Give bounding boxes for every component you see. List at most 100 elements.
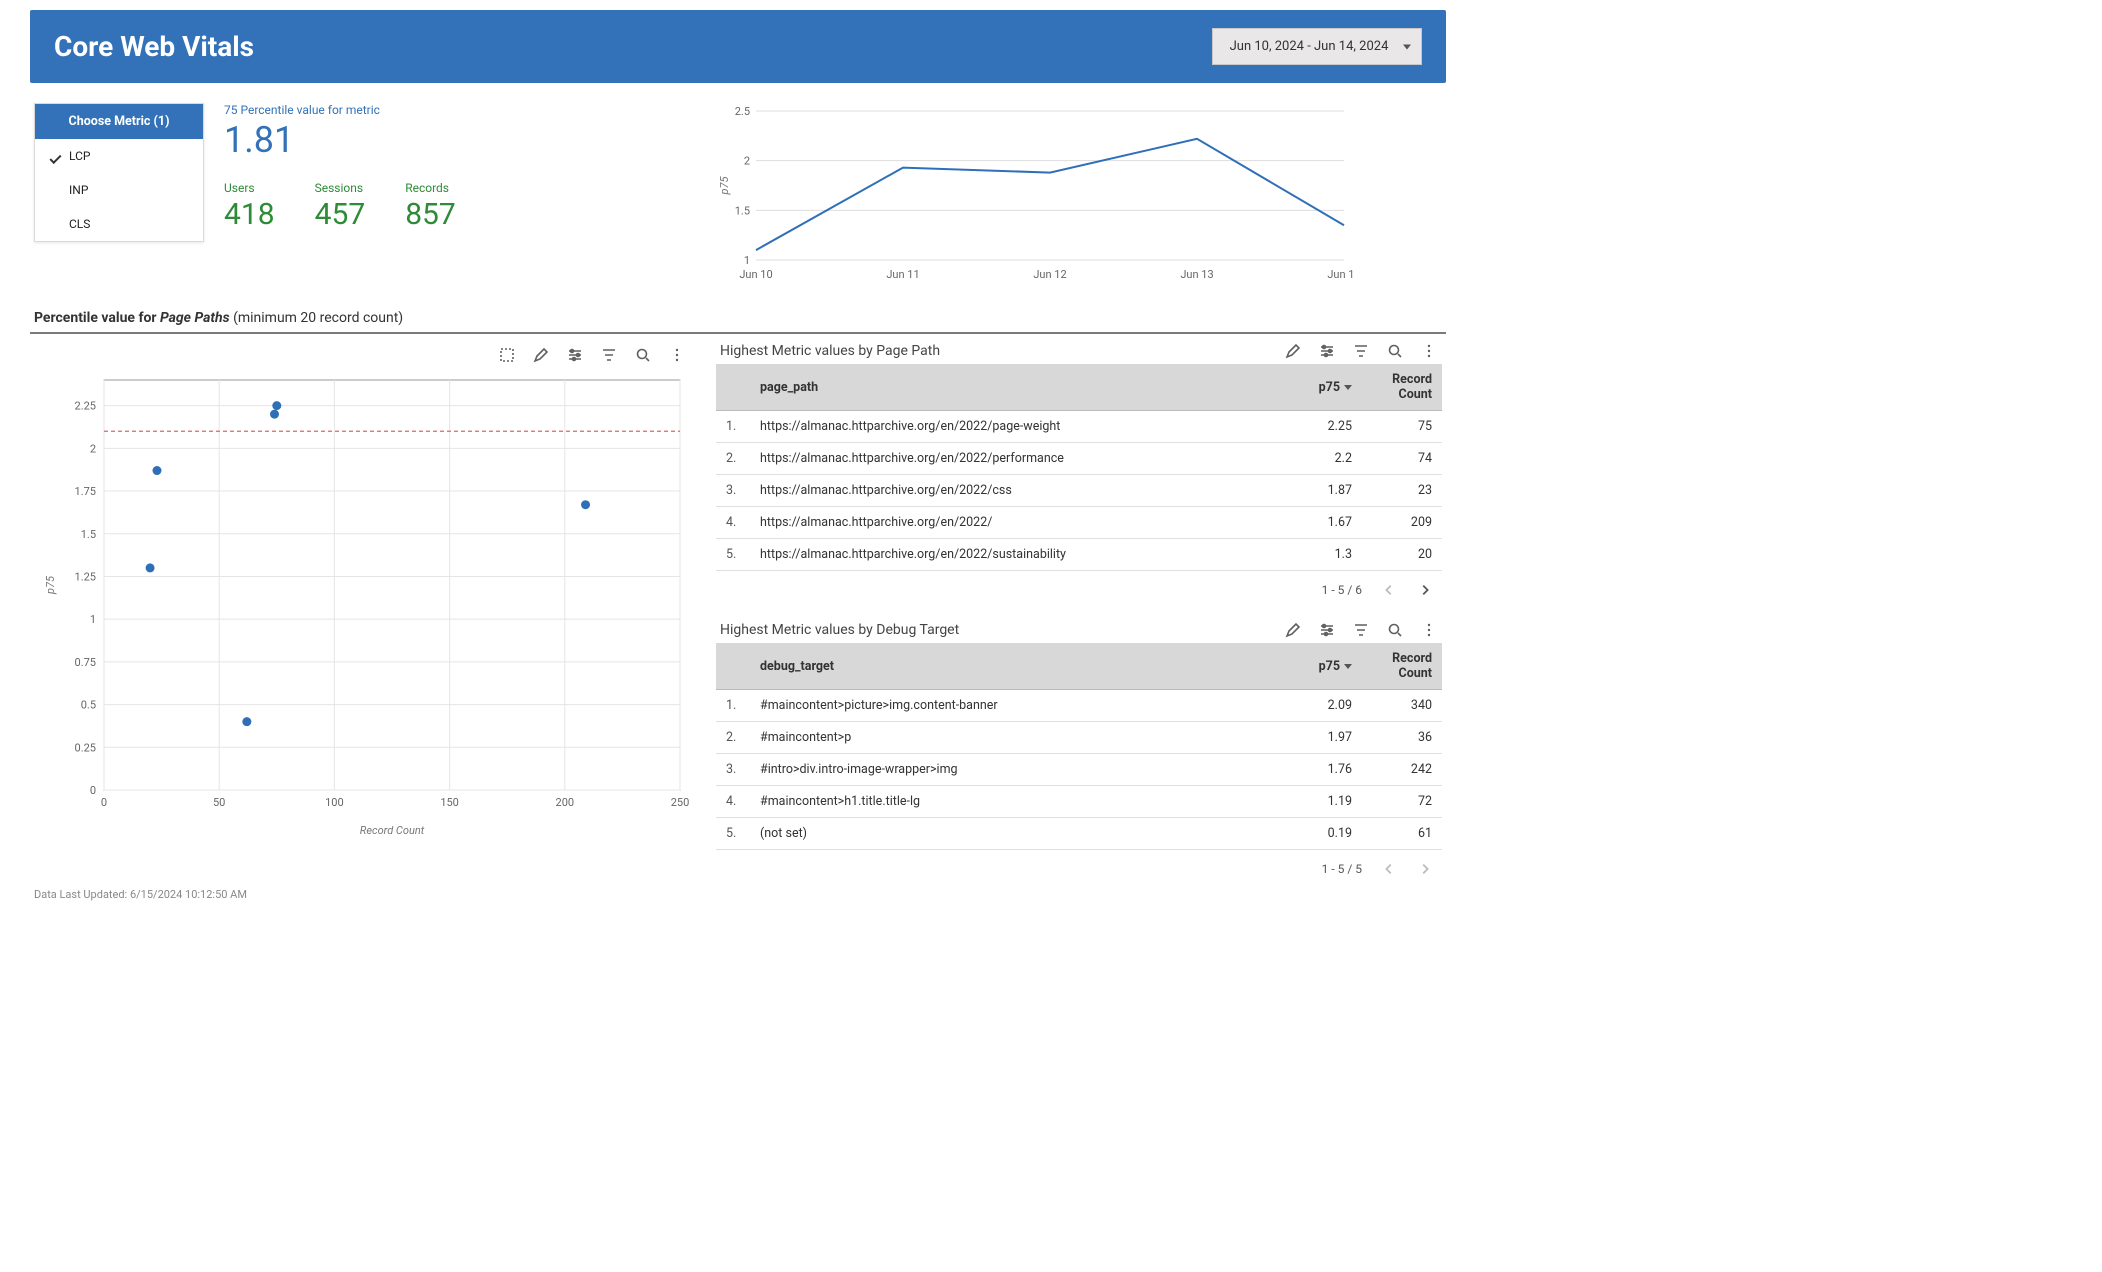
- svg-text:150: 150: [440, 796, 459, 809]
- table-row[interactable]: 2.https://almanac.httparchive.org/en/202…: [716, 443, 1442, 475]
- metric-option-label: INP: [69, 183, 88, 197]
- debug-target-table-block: Highest Metric values by Debug Target de…: [716, 621, 1442, 882]
- svg-text:100: 100: [325, 796, 344, 809]
- edit-icon[interactable]: [1284, 621, 1302, 639]
- row-index: 4.: [716, 786, 750, 818]
- more-icon[interactable]: [1420, 621, 1438, 639]
- percentile-value: 1.81: [224, 119, 694, 161]
- row-key: https://almanac.httparchive.org/en/2022/…: [750, 475, 1292, 507]
- metric-option-lcp[interactable]: LCP: [35, 139, 203, 173]
- row-key: #intro>div.intro-image-wrapper>img: [750, 754, 1292, 786]
- svg-text:1.5: 1.5: [81, 528, 96, 541]
- pager-next[interactable]: [1416, 581, 1434, 599]
- col-page-path[interactable]: page_path: [750, 364, 1292, 411]
- select-icon[interactable]: [498, 346, 516, 364]
- row-p75: 1.97: [1292, 722, 1362, 754]
- page-path-table-block: Highest Metric values by Page Path page_…: [716, 342, 1442, 603]
- row-p75: 1.67: [1292, 507, 1362, 539]
- records-label: Records: [405, 181, 456, 195]
- table-row[interactable]: 5.https://almanac.httparchive.org/en/202…: [716, 539, 1442, 571]
- row-index: 2.: [716, 722, 750, 754]
- table-row[interactable]: 4.#maincontent>h1.title.title-lg1.1972: [716, 786, 1442, 818]
- row-key: https://almanac.httparchive.org/en/2022/…: [750, 539, 1292, 571]
- metric-option-inp[interactable]: INP: [35, 173, 203, 207]
- col-debug-target[interactable]: debug_target: [750, 643, 1292, 690]
- svg-text:p75: p75: [718, 176, 731, 196]
- svg-text:0: 0: [101, 796, 107, 809]
- pager-prev[interactable]: [1380, 581, 1398, 599]
- timeseries-chart: 11.522.5Jun 10Jun 11Jun 12Jun 13Jun 14p7…: [714, 103, 1442, 292]
- tune-icon[interactable]: [1318, 342, 1336, 360]
- row-count: 74: [1362, 443, 1442, 475]
- edit-icon[interactable]: [532, 346, 550, 364]
- filter-icon[interactable]: [1352, 342, 1370, 360]
- kpi-block: 75 Percentile value for metric 1.81 User…: [224, 103, 694, 232]
- table-row[interactable]: 1.#maincontent>picture>img.content-banne…: [716, 690, 1442, 722]
- page-path-table: page_path p75 Record Count 1.https://alm…: [716, 364, 1442, 571]
- table-row[interactable]: 1.https://almanac.httparchive.org/en/202…: [716, 411, 1442, 443]
- records-value: 857: [405, 197, 456, 232]
- svg-text:Record Count: Record Count: [360, 824, 425, 837]
- row-count: 36: [1362, 722, 1442, 754]
- row-key: https://almanac.httparchive.org/en/2022/…: [750, 443, 1292, 475]
- col-p75[interactable]: p75: [1292, 364, 1362, 411]
- filter-icon[interactable]: [600, 346, 618, 364]
- table-row[interactable]: 3.#intro>div.intro-image-wrapper>img1.76…: [716, 754, 1442, 786]
- filter-icon[interactable]: [1352, 621, 1370, 639]
- row-index: 2.: [716, 443, 750, 475]
- scatter-section-title: Percentile value for Page Paths (minimum…: [34, 310, 1442, 326]
- zoom-icon[interactable]: [1386, 621, 1404, 639]
- zoom-icon[interactable]: [634, 346, 652, 364]
- row-p75: 2.25: [1292, 411, 1362, 443]
- col-p75[interactable]: p75: [1292, 643, 1362, 690]
- svg-text:2: 2: [90, 442, 96, 455]
- more-icon[interactable]: [668, 346, 686, 364]
- tune-icon[interactable]: [1318, 621, 1336, 639]
- svg-text:1.5: 1.5: [735, 204, 750, 217]
- pager-prev[interactable]: [1380, 860, 1398, 878]
- pager-next[interactable]: [1416, 860, 1434, 878]
- page-path-pager: 1 - 5 / 6: [716, 571, 1442, 603]
- row-count: 242: [1362, 754, 1442, 786]
- row-index: 5.: [716, 818, 750, 850]
- row-index: 3.: [716, 754, 750, 786]
- edit-icon[interactable]: [1284, 342, 1302, 360]
- table-row[interactable]: 2.#maincontent>p1.9736: [716, 722, 1442, 754]
- sessions-label: Sessions: [315, 181, 366, 195]
- row-count: 340: [1362, 690, 1442, 722]
- svg-text:250: 250: [671, 796, 690, 809]
- svg-text:1: 1: [744, 254, 750, 267]
- users-label: Users: [224, 181, 275, 195]
- percentile-label: 75 Percentile value for metric: [224, 103, 694, 117]
- table-row[interactable]: 4.https://almanac.httparchive.org/en/202…: [716, 507, 1442, 539]
- row-count: 61: [1362, 818, 1442, 850]
- debug-target-table: debug_target p75 Record Count 1.#maincon…: [716, 643, 1442, 850]
- zoom-icon[interactable]: [1386, 342, 1404, 360]
- row-count: 75: [1362, 411, 1442, 443]
- pager-range: 1 - 5 / 5: [1322, 862, 1362, 876]
- svg-text:Jun 13: Jun 13: [1180, 268, 1213, 281]
- row-count: 209: [1362, 507, 1442, 539]
- page-path-table-title: Highest Metric values by Page Path: [720, 343, 940, 359]
- col-record-count[interactable]: Record Count: [1362, 364, 1442, 411]
- row-key: #maincontent>h1.title.title-lg: [750, 786, 1292, 818]
- debug-target-pager: 1 - 5 / 5: [716, 850, 1442, 882]
- svg-text:Jun 11: Jun 11: [886, 268, 919, 281]
- pager-range: 1 - 5 / 6: [1322, 583, 1362, 597]
- more-icon[interactable]: [1420, 342, 1438, 360]
- svg-text:1: 1: [90, 613, 96, 626]
- table-row[interactable]: 3.https://almanac.httparchive.org/en/202…: [716, 475, 1442, 507]
- metric-option-cls[interactable]: CLS: [35, 207, 203, 241]
- svg-text:1.75: 1.75: [75, 485, 96, 498]
- table-row[interactable]: 5.(not set)0.1961: [716, 818, 1442, 850]
- row-key: #maincontent>picture>img.content-banner: [750, 690, 1292, 722]
- svg-text:0.25: 0.25: [75, 741, 96, 754]
- date-range-picker[interactable]: Jun 10, 2024 - Jun 14, 2024: [1212, 28, 1422, 65]
- tune-icon[interactable]: [566, 346, 584, 364]
- sort-desc-icon: [1344, 385, 1352, 390]
- debug-target-table-title: Highest Metric values by Debug Target: [720, 622, 959, 638]
- row-p75: 1.3: [1292, 539, 1362, 571]
- col-record-count[interactable]: Record Count: [1362, 643, 1442, 690]
- check-icon: [47, 149, 61, 163]
- row-key: https://almanac.httparchive.org/en/2022/: [750, 507, 1292, 539]
